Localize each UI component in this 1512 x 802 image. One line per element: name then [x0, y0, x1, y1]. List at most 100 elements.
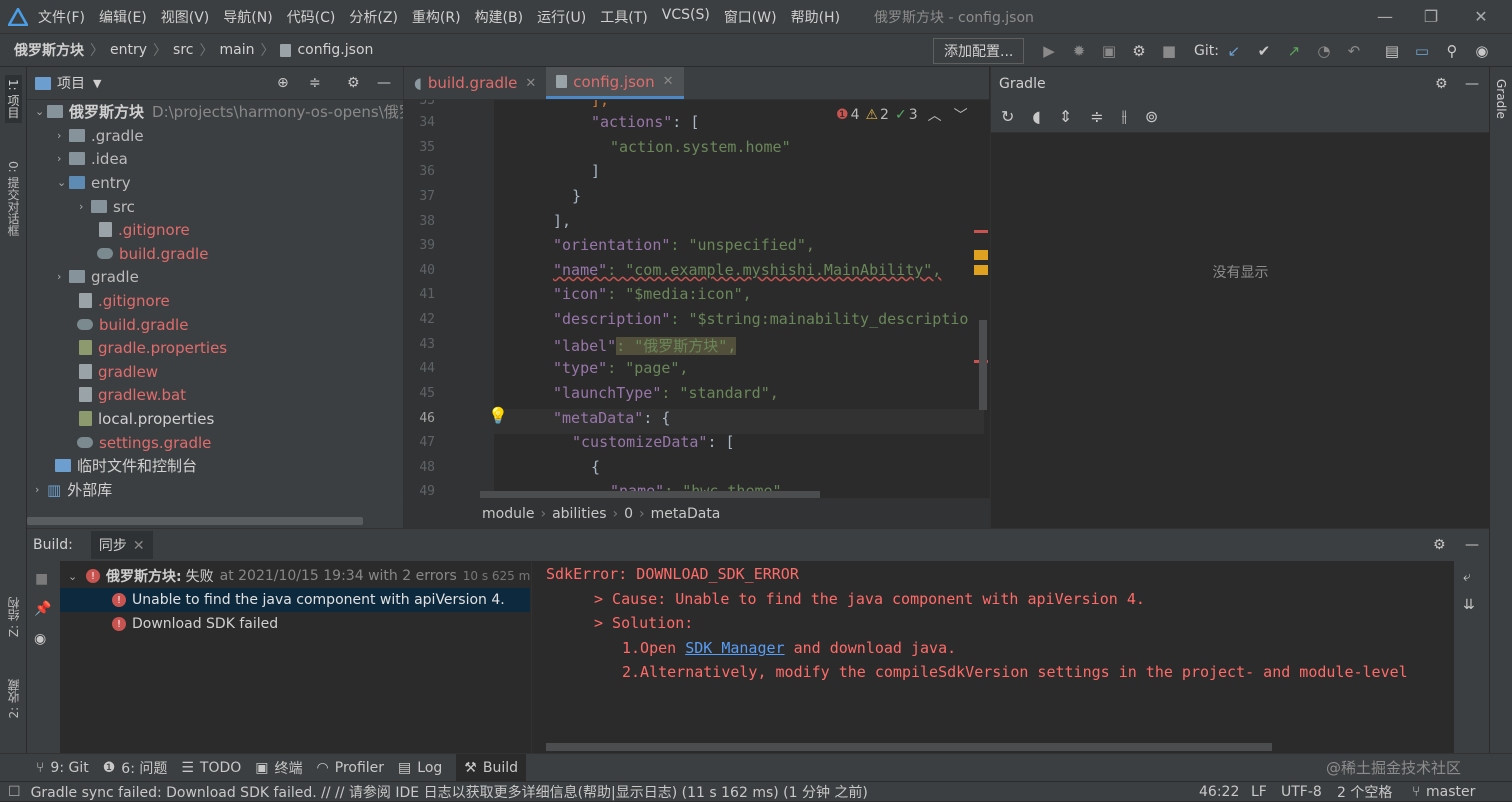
coverage-icon[interactable]: ▣: [1098, 40, 1120, 62]
settings-gear-icon[interactable]: ⚙: [347, 75, 360, 91]
git-update-icon[interactable]: ↙: [1223, 40, 1245, 62]
pin-icon[interactable]: 📌: [34, 601, 51, 617]
tree-item-scratches[interactable]: 临时文件和控制台: [55, 454, 197, 477]
warning-stripe-mark[interactable]: [974, 265, 988, 275]
close-tab-icon[interactable]: ✕: [133, 538, 145, 554]
expand-all-icon[interactable]: ⇕: [1059, 107, 1072, 126]
project-structure-icon[interactable]: ▤: [1381, 40, 1403, 62]
crumb-metadata[interactable]: metaData: [651, 506, 721, 522]
menu-tools[interactable]: 工具(T): [600, 7, 647, 27]
menu-window[interactable]: 窗口(W): [724, 7, 777, 27]
tab-profiler[interactable]: ◠ Profiler: [317, 760, 385, 776]
tab-commit-tool[interactable]: 0: 提交对话框: [5, 161, 22, 237]
search-icon[interactable]: ⚲: [1441, 40, 1463, 62]
tree-item-gradle-dir[interactable]: › .gradle: [57, 124, 144, 147]
analyze-deps-icon[interactable]: ⊚: [1145, 107, 1158, 126]
tab-favorites-tool[interactable]: 2: 收藏: [5, 679, 22, 719]
line-separator[interactable]: LF: [1251, 784, 1267, 800]
close-tab-icon[interactable]: ✕: [525, 76, 536, 91]
build-error-row[interactable]: ! Download SDK failed: [60, 612, 278, 636]
file-encoding[interactable]: UTF-8: [1281, 784, 1322, 800]
menu-edit[interactable]: 编辑(E): [99, 7, 147, 27]
tab-project-tool[interactable]: 1: 项目: [5, 75, 22, 123]
tree-item-external-libraries[interactable]: › ▥ 外部库: [35, 478, 112, 501]
crumb-index[interactable]: 0: [624, 506, 633, 522]
debug-icon[interactable]: ✹: [1068, 40, 1090, 62]
menu-view[interactable]: 视图(V): [161, 7, 210, 27]
editor-horizontal-scrollbar[interactable]: [480, 491, 820, 498]
menu-help[interactable]: 帮助(H): [791, 7, 840, 27]
tab-build[interactable]: ⚒ Build: [456, 753, 527, 782]
code-area[interactable]: 33 34 35 36 37 38 39 40 41 42 43 44 45 4…: [404, 100, 990, 498]
sdk-manager-link[interactable]: SDK Manager: [685, 639, 784, 657]
tree-item-gradle-properties[interactable]: gradle.properties: [79, 336, 227, 359]
hide-panel-icon[interactable]: —: [377, 75, 391, 91]
tab-todo[interactable]: ☰ TODO: [181, 760, 241, 776]
build-error-row[interactable]: ! Unable to find the java component with …: [60, 588, 530, 612]
menu-code[interactable]: 代码(C): [287, 7, 336, 27]
run-icon[interactable]: ▶: [1038, 40, 1060, 62]
status-message[interactable]: Gradle sync failed: Download SDK failed.…: [31, 782, 868, 802]
crumb-src[interactable]: src: [173, 42, 193, 58]
tree-item-gradlew-bat[interactable]: gradlew.bat: [79, 383, 186, 406]
menu-file[interactable]: 文件(F): [38, 7, 85, 27]
hide-panel-icon[interactable]: —: [1465, 537, 1479, 553]
menu-navigate[interactable]: 导航(N): [223, 7, 272, 27]
tree-item-gradlew[interactable]: gradlew: [79, 360, 158, 383]
git-history-icon[interactable]: ◔: [1313, 40, 1335, 62]
tree-item-build-gradle[interactable]: build.gradle: [77, 313, 188, 336]
menu-analyze[interactable]: 分析(Z): [349, 7, 398, 27]
menu-build[interactable]: 构建(B): [475, 7, 524, 27]
horizontal-scrollbar[interactable]: [27, 517, 363, 525]
collapse-all-icon[interactable]: ≑: [1090, 107, 1103, 126]
vertical-scrollbar[interactable]: [979, 320, 987, 410]
restore-icon[interactable]: ❐: [1408, 0, 1454, 33]
tab-structure-tool[interactable]: Z: 结构: [5, 597, 22, 637]
status-toggle-icon[interactable]: ☐: [8, 784, 21, 800]
stop-icon[interactable]: ■: [1158, 40, 1180, 62]
reload-icon[interactable]: ↻: [1001, 107, 1014, 126]
tab-git[interactable]: ⑂ 9: Git: [36, 760, 89, 776]
close-tab-icon[interactable]: ✕: [663, 74, 674, 89]
tree-item-idea[interactable]: › .idea: [57, 147, 128, 170]
tab-terminal[interactable]: ▣ 终端: [255, 758, 302, 778]
tree-item-local-properties[interactable]: local.properties: [79, 407, 214, 430]
collapse-all-icon[interactable]: ≑: [309, 75, 321, 91]
crumb-entry[interactable]: entry: [110, 42, 147, 58]
soft-wrap-icon[interactable]: ⤶: [1463, 569, 1471, 585]
gradle-elephant-icon[interactable]: ◖: [1032, 107, 1040, 126]
git-rollback-icon[interactable]: ↶: [1343, 40, 1365, 62]
menu-refactor[interactable]: 重构(R): [412, 7, 461, 27]
menu-run[interactable]: 运行(U): [537, 7, 586, 27]
tree-item-settings-gradle[interactable]: settings.gradle: [77, 431, 211, 454]
tab-problems[interactable]: ❶ 6: 问题: [103, 758, 168, 778]
caret-position[interactable]: 46:22: [1199, 784, 1239, 800]
crumb-main[interactable]: main: [219, 42, 254, 58]
git-push-icon[interactable]: ↗: [1283, 40, 1305, 62]
scroll-to-end-icon[interactable]: ⇊: [1463, 597, 1475, 613]
output-horizontal-scrollbar[interactable]: [546, 743, 1272, 751]
locate-icon[interactable]: ⊕: [277, 75, 289, 91]
warning-stripe-mark[interactable]: [974, 250, 988, 260]
error-stripe-mark[interactable]: [974, 230, 988, 233]
tab-gradle-tool[interactable]: Gradle: [1494, 75, 1508, 123]
minimize-icon[interactable]: —: [1362, 0, 1408, 33]
crumb-module[interactable]: module: [482, 506, 534, 522]
tree-item-entry[interactable]: ⌄ entry: [57, 171, 131, 194]
indent-setting[interactable]: 2 个空格: [1337, 782, 1392, 802]
add-configuration-button[interactable]: 添加配置...: [933, 38, 1025, 64]
crumb-abilities[interactable]: abilities: [552, 506, 606, 522]
tab-build-gradle[interactable]: ◖ build.gradle ✕: [404, 67, 546, 99]
tab-log[interactable]: ▤ Log: [398, 760, 442, 776]
tab-config-json[interactable]: config.json ✕: [546, 67, 684, 99]
project-panel-title[interactable]: 项目: [57, 73, 85, 93]
settings-gear-icon[interactable]: ⚙: [1433, 537, 1446, 553]
tree-item-gradle[interactable]: › gradle: [57, 265, 139, 288]
tree-item-src[interactable]: › src: [79, 195, 135, 218]
crumb-config-json[interactable]: config.json: [297, 42, 373, 58]
build-output[interactable]: SdkError: DOWNLOAD_SDK_ERROR > Cause: Un…: [531, 561, 1454, 754]
tab-sync[interactable]: 同步 ✕: [90, 531, 153, 559]
tree-item-entry-build-gradle[interactable]: build.gradle: [97, 242, 208, 265]
tree-item-entry-gitignore[interactable]: .gitignore: [99, 218, 190, 241]
avatar-icon[interactable]: ◉: [1471, 40, 1493, 62]
